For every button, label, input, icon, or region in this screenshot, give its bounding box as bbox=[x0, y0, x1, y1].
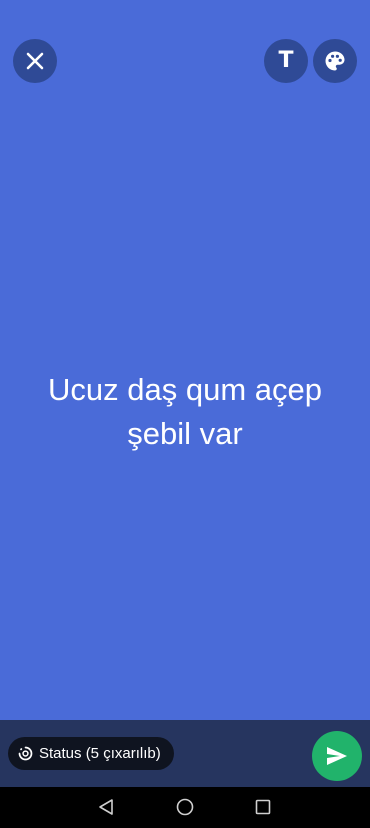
close-button[interactable] bbox=[13, 39, 57, 83]
nav-recents-icon bbox=[255, 799, 271, 815]
nav-back-icon bbox=[99, 799, 113, 815]
send-icon bbox=[327, 747, 347, 765]
text-tool-icon: T bbox=[278, 48, 294, 73]
text-tool-button[interactable]: T bbox=[264, 39, 308, 83]
nav-home-icon bbox=[176, 798, 194, 816]
nav-home-button[interactable] bbox=[174, 796, 196, 818]
system-navigation-bar bbox=[0, 787, 370, 828]
status-audience-label: Status (5 çıxarılıb) bbox=[39, 745, 161, 762]
close-icon bbox=[26, 52, 44, 70]
status-text[interactable]: Ucuz daş qum açep şebil var bbox=[15, 368, 355, 456]
color-palette-button[interactable] bbox=[313, 39, 357, 83]
nav-recents-button[interactable] bbox=[252, 796, 274, 818]
send-button[interactable] bbox=[312, 731, 362, 781]
nav-back-button[interactable] bbox=[95, 796, 117, 818]
palette-icon bbox=[325, 51, 345, 71]
status-canvas[interactable]: T Ucuz daş qum açep şebil var bbox=[0, 0, 370, 720]
composer-bar: Status (5 çıxarılıb) bbox=[0, 720, 370, 787]
status-ring-icon bbox=[18, 746, 33, 761]
status-audience-chip[interactable]: Status (5 çıxarılıb) bbox=[8, 737, 174, 770]
